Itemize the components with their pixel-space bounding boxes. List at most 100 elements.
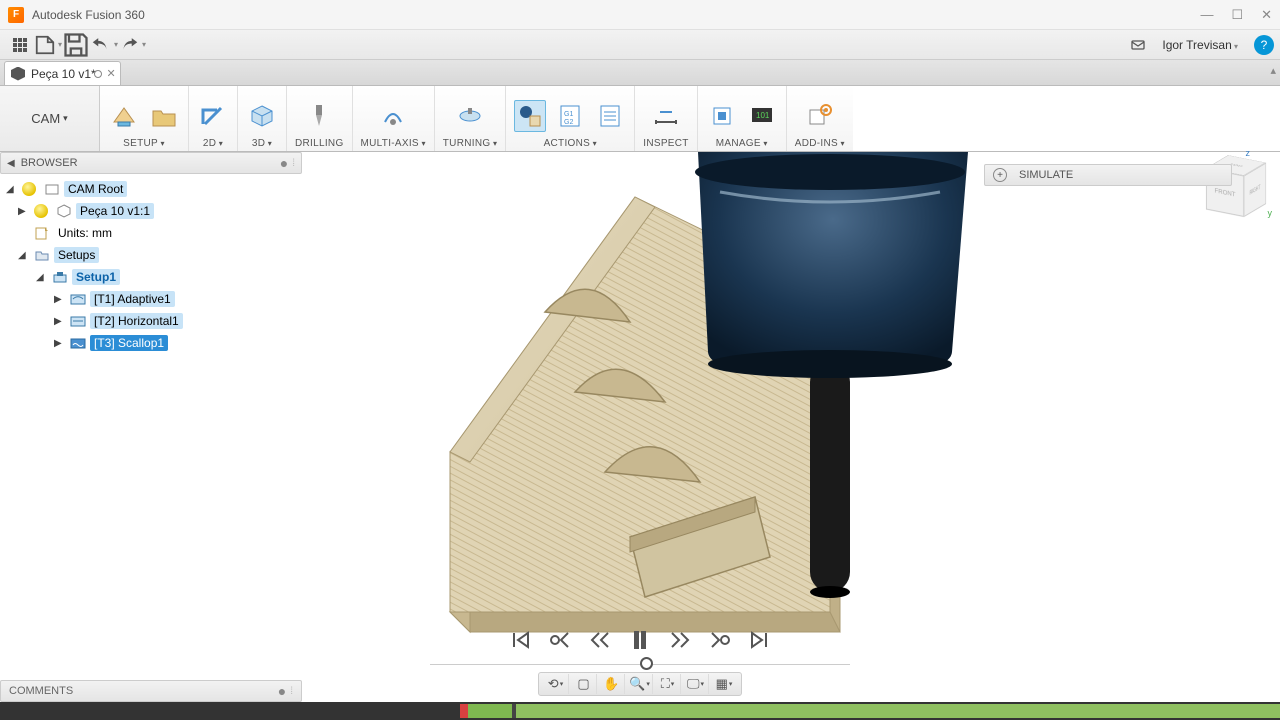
axis-z-label: z — [1246, 148, 1251, 158]
fit-button[interactable]: ⛶ — [655, 674, 681, 694]
tree-label: CAM Root — [64, 181, 127, 197]
tree-setup1[interactable]: ◢ Setup1 — [0, 266, 302, 288]
workspace-switcher[interactable]: CAM — [0, 86, 100, 151]
tree-component[interactable]: ▶ Peça 10 v1:1 — [0, 200, 302, 222]
step-forward-button[interactable] — [666, 626, 694, 654]
2d-icon[interactable] — [197, 100, 229, 132]
actions-group-label[interactable]: ACTIONS — [544, 138, 597, 149]
scallop-op-icon — [70, 335, 86, 351]
timeline-segment-rapid — [460, 704, 468, 718]
unsaved-indicator-icon — [94, 70, 102, 78]
drilling-icon[interactable] — [303, 100, 335, 132]
tree-label: Setups — [54, 247, 99, 263]
3d-icon[interactable] — [246, 100, 278, 132]
user-menu[interactable]: Igor Trevisan — [1162, 38, 1238, 52]
folder-icon[interactable] — [148, 100, 180, 132]
next-operation-button[interactable] — [706, 626, 734, 654]
svg-text:101: 101 — [756, 111, 770, 120]
turning-group-label[interactable]: TURNING — [443, 138, 498, 149]
save-button[interactable] — [62, 33, 90, 57]
svg-text:G2: G2 — [564, 119, 573, 126]
tree-setups[interactable]: ◢ Setups — [0, 244, 302, 266]
prev-operation-button[interactable] — [546, 626, 574, 654]
navigation-toolbar: ⟲ ▢ ✋ 🔍 ⛶ 🖵 ▦ — [538, 672, 742, 696]
setup-group-label[interactable]: SETUP — [123, 138, 165, 149]
grip-icon[interactable]: ⁞ — [292, 158, 295, 169]
pan-button[interactable]: ✋ — [599, 674, 625, 694]
multi-axis-group-label[interactable]: MULTI-AXIS — [361, 138, 426, 149]
app-title: Autodesk Fusion 360 — [32, 8, 145, 22]
grip-icon[interactable]: ⁞ — [290, 686, 293, 697]
collapse-arrow-icon[interactable]: ◀ — [7, 158, 15, 169]
tree-label: Units: mm — [54, 225, 116, 241]
tree-op-horizontal[interactable]: ▶ [T2] Horizontal1 — [0, 310, 302, 332]
browser-options-button[interactable]: ● — [280, 155, 288, 171]
addins-group-label[interactable]: ADD-INS — [795, 138, 845, 149]
document-tab[interactable]: Peça 10 v1* ✕ — [4, 61, 121, 85]
skip-to-end-button[interactable] — [746, 626, 774, 654]
redo-button[interactable] — [118, 33, 146, 57]
simulate-panel-header[interactable]: + SIMULATE — [984, 164, 1232, 186]
simulation-timeline[interactable] — [0, 702, 1280, 720]
task-manager-icon[interactable]: 101 — [746, 100, 778, 132]
undo-button[interactable] — [90, 33, 118, 57]
horizontal-op-icon — [70, 313, 86, 329]
file-menu-button[interactable] — [34, 33, 62, 57]
browser-header[interactable]: ◀ BROWSER ● ⁞ — [0, 152, 302, 174]
add-comment-button[interactable]: ● — [278, 683, 286, 699]
turning-icon[interactable] — [454, 100, 486, 132]
multi-axis-icon[interactable] — [377, 100, 409, 132]
setup-icon[interactable] — [108, 100, 140, 132]
post-process-icon[interactable]: G1G2 — [554, 100, 586, 132]
expand-icon[interactable]: + — [993, 168, 1007, 182]
body-icon — [56, 203, 72, 219]
step-back-button[interactable] — [586, 626, 614, 654]
comments-panel-header[interactable]: COMMENTS ● ⁞ — [0, 680, 302, 702]
expand-tabs-button[interactable]: ▴ — [1270, 64, 1276, 77]
skip-to-start-button[interactable] — [506, 626, 534, 654]
3d-group-label[interactable]: 3D — [252, 138, 272, 149]
app-menu-button[interactable] — [6, 33, 34, 57]
window-maximize-button[interactable]: ☐ — [1231, 7, 1243, 23]
setup-sheet-icon[interactable] — [594, 100, 626, 132]
svg-text:G1: G1 — [564, 111, 573, 118]
tree-op-adaptive[interactable]: ▶ [T1] Adaptive1 — [0, 288, 302, 310]
tree-op-scallop[interactable]: ▶ [T3] Scallop1 — [0, 332, 302, 354]
visibility-bulb-icon[interactable] — [34, 204, 48, 218]
tree-units[interactable]: Units: mm — [0, 222, 302, 244]
help-button[interactable]: ? — [1254, 35, 1274, 55]
simulate-label: SIMULATE — [1019, 169, 1073, 181]
tab-close-button[interactable]: ✕ — [107, 67, 116, 80]
2d-group-label[interactable]: 2D — [203, 138, 223, 149]
window-minimize-button[interactable]: — — [1200, 7, 1213, 23]
visibility-bulb-icon[interactable] — [22, 182, 36, 196]
manage-group-label[interactable]: MANAGE — [716, 138, 768, 149]
viewcube[interactable]: z y FRONT RIGHT TOP — [1202, 152, 1272, 222]
tool-library-icon[interactable] — [706, 100, 738, 132]
3d-scene — [300, 152, 1280, 702]
tree-label: Setup1 — [72, 269, 120, 285]
display-settings-button[interactable]: 🖵 — [683, 674, 709, 694]
window-close-button[interactable]: ✕ — [1261, 7, 1272, 23]
viewport[interactable]: ◀ BROWSER ● ⁞ ◢ CAM Root ▶ Peça 10 v1:1 … — [0, 152, 1280, 702]
slider-thumb[interactable] — [640, 657, 653, 670]
document-tab-label: Peça 10 v1* — [31, 67, 96, 81]
tree-label: [T1] Adaptive1 — [90, 291, 175, 307]
zoom-button[interactable]: 🔍 — [627, 674, 653, 694]
play-pause-button[interactable] — [626, 626, 654, 654]
inspect-icon[interactable] — [650, 100, 682, 132]
browser-tree: ◢ CAM Root ▶ Peça 10 v1:1 Units: mm ◢ Se… — [0, 174, 302, 358]
browser-title: BROWSER — [21, 157, 78, 169]
simulate-button[interactable] — [514, 100, 546, 132]
orbit-button[interactable]: ⟲ — [543, 674, 569, 694]
look-at-button[interactable]: ▢ — [571, 674, 597, 694]
addins-icon[interactable] — [804, 100, 836, 132]
simulation-speed-slider[interactable] — [430, 656, 850, 672]
tree-label: [T3] Scallop1 — [90, 335, 168, 351]
notifications-icon[interactable] — [1124, 33, 1152, 57]
grid-settings-button[interactable]: ▦ — [711, 674, 737, 694]
browser-panel: ◀ BROWSER ● ⁞ ◢ CAM Root ▶ Peça 10 v1:1 … — [0, 152, 302, 358]
tree-root[interactable]: ◢ CAM Root — [0, 178, 302, 200]
document-tab-bar: Peça 10 v1* ✕ ▴ — [0, 60, 1280, 86]
setups-folder-icon — [34, 247, 50, 263]
